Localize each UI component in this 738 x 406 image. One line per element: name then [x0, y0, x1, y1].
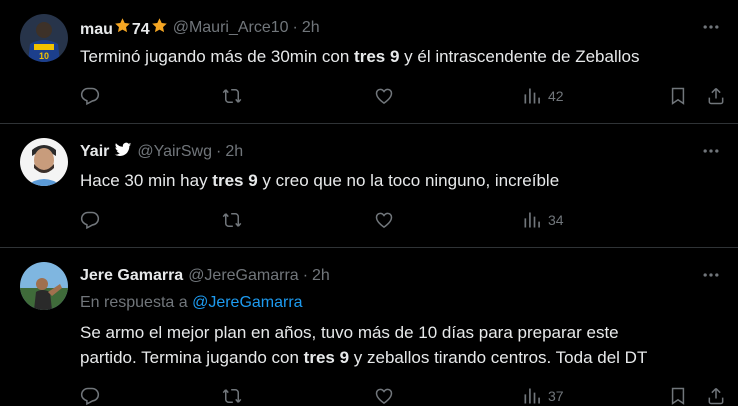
- views-button[interactable]: 34: [522, 210, 564, 230]
- views-count: 42: [548, 88, 564, 104]
- views-count: 37: [548, 388, 564, 404]
- separator-dot: ·: [302, 267, 309, 284]
- views-icon: [522, 386, 542, 406]
- tweet-header: Yair @YairSwg · 2h: [80, 141, 698, 163]
- share-icon: [706, 86, 726, 106]
- timestamp[interactable]: 2h: [302, 19, 320, 37]
- reply-prefix: En respuesta a: [80, 294, 193, 311]
- more-icon[interactable]: [698, 138, 724, 164]
- bird-icon: [114, 142, 132, 163]
- avatar[interactable]: [20, 262, 68, 310]
- like-button[interactable]: [374, 386, 394, 406]
- more-icon[interactable]: [698, 14, 724, 40]
- views-count: 34: [548, 212, 564, 228]
- display-name[interactable]: mau 74: [80, 17, 168, 39]
- more-icon[interactable]: [698, 262, 724, 288]
- tweet[interactable]: 10 mau 74 @Mauri_Arce10 · 2h Terminó juga…: [0, 0, 738, 124]
- user-handle[interactable]: @Mauri_Arce10: [173, 19, 289, 37]
- retweet-icon: [222, 386, 242, 406]
- retweet-button[interactable]: [222, 86, 242, 106]
- star-icon: [151, 17, 168, 39]
- tweet[interactable]: Yair @YairSwg · 2h Hace 30 min hay tres …: [0, 124, 738, 248]
- separator-dot: ·: [292, 19, 298, 36]
- separator-dot: ·: [216, 143, 222, 160]
- avatar[interactable]: 10: [20, 14, 68, 62]
- share-icon: [706, 386, 726, 406]
- user-handle[interactable]: @YairSwg: [137, 143, 212, 161]
- display-name[interactable]: Yair: [80, 143, 109, 161]
- retweet-icon: [222, 86, 242, 106]
- tweet-text: Hace 30 min hay tres 9 y creo que no la …: [80, 171, 560, 190]
- reply-icon: [80, 386, 100, 406]
- like-icon: [374, 86, 394, 106]
- tweet-header: mau 74 @Mauri_Arce10 · 2h: [80, 17, 698, 39]
- share-button[interactable]: [706, 386, 726, 406]
- reply-icon: [80, 86, 100, 106]
- user-handle[interactable]: @JereGamarra: [188, 267, 299, 285]
- bookmark-button[interactable]: [668, 386, 688, 406]
- reply-button[interactable]: [80, 210, 100, 230]
- display-name[interactable]: Jere Gamarra: [80, 267, 183, 285]
- bookmark-button[interactable]: [668, 86, 688, 106]
- views-button[interactable]: 37: [522, 386, 564, 406]
- timeline-feed: 10 mau 74 @Mauri_Arce10 · 2h Terminó juga…: [0, 0, 738, 406]
- svg-text:10: 10: [39, 51, 49, 61]
- retweet-button[interactable]: [222, 386, 242, 406]
- avatar[interactable]: [20, 138, 68, 186]
- timestamp[interactable]: 2h: [312, 267, 330, 285]
- reply-mention-link[interactable]: @JereGamarra: [192, 294, 303, 311]
- like-button[interactable]: [374, 210, 394, 230]
- retweet-button[interactable]: [222, 210, 242, 230]
- like-icon: [374, 386, 394, 406]
- action-bar: 42: [80, 84, 724, 108]
- tweet[interactable]: Jere Gamarra @JereGamarra · 2h En respue…: [0, 248, 738, 406]
- star-icon: [114, 17, 131, 39]
- tweet-header: Jere Gamarra @JereGamarra · 2h: [80, 265, 698, 287]
- retweet-icon: [222, 210, 242, 230]
- bookmark-icon: [668, 386, 688, 406]
- like-button[interactable]: [374, 86, 394, 106]
- views-icon: [522, 210, 542, 230]
- tweet-text-line: partido. Termina jugando con tres 9 y ze…: [80, 348, 648, 367]
- reply-context: En respuesta a @JereGamarra: [80, 294, 303, 312]
- views-icon: [522, 86, 542, 106]
- timestamp[interactable]: 2h: [225, 143, 243, 161]
- bookmark-icon: [668, 86, 688, 106]
- like-icon: [374, 210, 394, 230]
- reply-button[interactable]: [80, 386, 100, 406]
- tweet-text-line: Se armo el mejor plan en años, tuvo más …: [80, 323, 619, 342]
- reply-icon: [80, 210, 100, 230]
- tweet-text: Se armo el mejor plan en años, tuvo más …: [80, 320, 718, 370]
- action-bar: 34: [80, 208, 724, 232]
- views-button[interactable]: 42: [522, 86, 564, 106]
- reply-button[interactable]: [80, 86, 100, 106]
- tweet-text: Terminó jugando más de 30min con tres 9 …: [80, 47, 640, 66]
- action-bar: 37: [80, 384, 724, 406]
- share-button[interactable]: [706, 86, 726, 106]
